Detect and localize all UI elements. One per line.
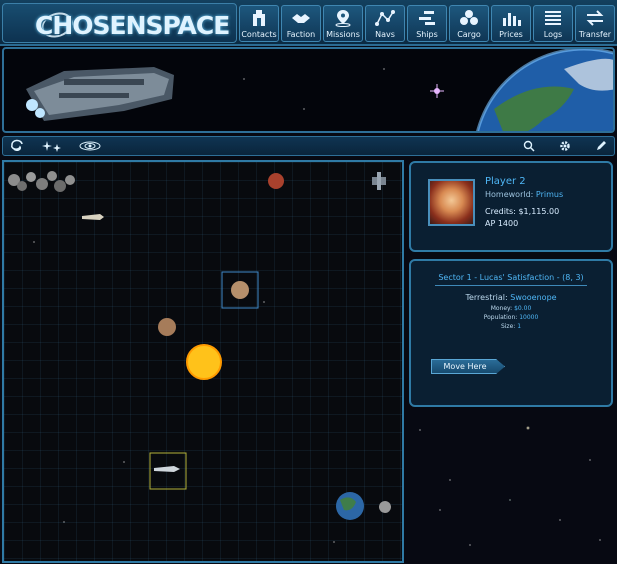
credits-value: Credits: $1,115.00	[485, 207, 560, 216]
avatar[interactable]	[428, 179, 475, 226]
top-navigation-bar: CHOSENSPACE Contacts Faction Missions Na…	[0, 0, 617, 46]
bar-chart-icon	[503, 13, 521, 26]
nav-navs-button[interactable]: Navs	[365, 5, 405, 42]
logo[interactable]: CHOSENSPACE	[2, 3, 237, 43]
nav-transfer-button[interactable]: Transfer	[575, 5, 615, 42]
nav-label: Ships	[416, 30, 438, 39]
ships-icon	[419, 11, 435, 25]
scan-eye-icon[interactable]	[77, 138, 103, 154]
terrestrial-line: Terrestrial: Swooenope	[465, 293, 557, 302]
search-icon[interactable]	[521, 138, 537, 154]
spaceship-illustration	[26, 67, 174, 121]
nav-contacts-button[interactable]: Contacts	[239, 5, 279, 42]
nav-label: Logs	[543, 30, 563, 39]
sector-map[interactable]	[2, 160, 404, 563]
sector-info-panel: Sector 1 - Lucas' Satisfaction - (8, 3) …	[409, 259, 613, 407]
nav-logs-button[interactable]: Logs	[533, 5, 573, 42]
nav-ships-button[interactable]: Ships	[407, 5, 447, 42]
nav-route-icon	[375, 10, 395, 26]
nav-label: Missions	[326, 30, 360, 39]
size-line: Size: 1	[500, 323, 522, 330]
earth-illustration	[476, 49, 613, 131]
move-here-button[interactable]: Move Here	[431, 359, 505, 374]
nav-label: Prices	[499, 30, 523, 39]
header-banner	[2, 47, 615, 133]
player-ship-icon[interactable]	[154, 466, 180, 472]
space-station-icon[interactable]	[372, 172, 386, 190]
moon-planet-icon[interactable]	[158, 318, 176, 336]
nav-label: Navs	[375, 30, 395, 39]
galaxy-swirl-icon[interactable]	[9, 138, 25, 154]
homeworld-link[interactable]: Primus	[536, 190, 563, 199]
handshake-icon	[292, 14, 310, 23]
terrestrial-link[interactable]: Swooenope	[510, 293, 556, 302]
nav-prices-button[interactable]: Prices	[491, 5, 531, 42]
nav-missions-button[interactable]: Missions	[323, 5, 363, 42]
banner-artwork	[26, 49, 613, 131]
asteroid-field-icon[interactable]	[8, 171, 75, 192]
money-line: Money: $0.00	[490, 305, 532, 312]
logs-icon	[545, 11, 561, 25]
nav-faction-button[interactable]: Faction	[281, 5, 321, 42]
player-panel: Player 2 Homeworld: Primus Credits: $1,1…	[409, 161, 613, 252]
divider	[435, 285, 587, 286]
selected-planet-icon[interactable]	[231, 281, 249, 299]
nav-cargo-button[interactable]: Cargo	[449, 5, 489, 42]
homeworld-line: Homeworld: Primus	[485, 190, 564, 199]
nav-label: Cargo	[457, 30, 481, 39]
population-line: Population: 10000	[483, 314, 539, 321]
nav-label: Contacts	[241, 30, 277, 39]
logo-text: CHOSENSPACE	[35, 11, 230, 40]
ap-value: AP 1400	[485, 219, 519, 228]
grey-moon-icon[interactable]	[379, 501, 391, 513]
sector-title[interactable]: Sector 1 - Lucas' Satisfaction - (8, 3)	[411, 273, 611, 282]
contacts-icon	[253, 10, 265, 26]
nav-label: Transfer	[578, 30, 612, 39]
red-planet-icon[interactable]	[268, 173, 284, 189]
map-toolbar	[2, 136, 615, 156]
map-pin-icon	[335, 10, 351, 27]
map-objects	[8, 171, 391, 520]
cargo-icon	[460, 10, 478, 25]
transfer-icon	[586, 10, 604, 26]
nav-label: Faction	[286, 30, 316, 39]
player-name[interactable]: Player 2	[485, 176, 526, 187]
gear-icon[interactable]	[557, 138, 573, 154]
pencil-icon[interactable]	[593, 138, 609, 154]
ship-marker-icon[interactable]	[82, 214, 104, 220]
stars-icon[interactable]	[41, 138, 65, 154]
